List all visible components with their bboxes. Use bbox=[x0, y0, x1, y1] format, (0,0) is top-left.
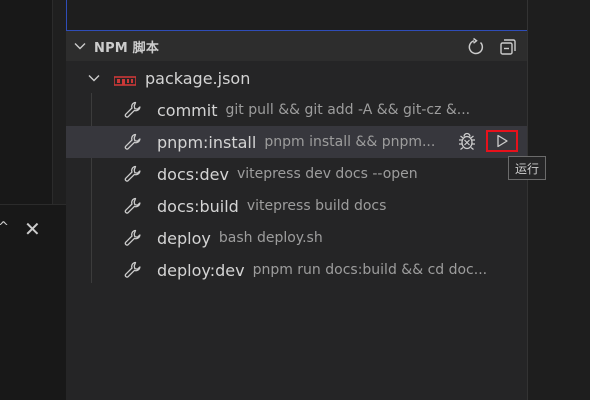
chevron-down-icon[interactable] bbox=[86, 70, 102, 86]
script-name: deploy bbox=[157, 228, 211, 248]
npm-scripts-header[interactable]: NPM 脚本 bbox=[66, 31, 528, 61]
debug-icon[interactable] bbox=[456, 130, 478, 152]
npm-icon bbox=[113, 72, 137, 86]
script-name: docs:dev bbox=[157, 164, 229, 184]
header-actions bbox=[466, 37, 518, 57]
script-command: vitepress dev docs --open bbox=[236, 166, 418, 182]
package-json-item[interactable]: package.json bbox=[66, 62, 528, 94]
refresh-icon[interactable] bbox=[466, 37, 486, 57]
wrench-icon bbox=[124, 101, 142, 119]
package-json-label: package.json bbox=[145, 68, 251, 88]
script-command: bash deploy.sh bbox=[218, 230, 323, 246]
wrench-icon bbox=[124, 261, 142, 279]
script-name: docs:build bbox=[157, 196, 239, 216]
play-icon bbox=[497, 134, 508, 148]
script-name: deploy:dev bbox=[157, 260, 245, 280]
panel-border bbox=[0, 204, 66, 205]
wrench-icon bbox=[124, 165, 142, 183]
script-item-docs-dev[interactable]: docs:dev vitepress dev docs --open bbox=[66, 158, 528, 190]
close-icon[interactable]: ✕ bbox=[24, 218, 41, 240]
editor-scroll-strip bbox=[52, 0, 67, 205]
wrench-icon bbox=[124, 133, 142, 151]
script-item-docs-build[interactable]: docs:build vitepress build docs bbox=[66, 190, 528, 222]
panel-controls: ^ ✕ bbox=[0, 218, 66, 242]
row-actions bbox=[456, 130, 518, 152]
script-item-pnpm-install[interactable]: pnpm:install pnpm install && pnpm... bbox=[66, 126, 528, 158]
script-command: vitepress build docs bbox=[246, 198, 387, 214]
script-name: pnpm:install bbox=[157, 132, 257, 152]
editor-area-right bbox=[527, 0, 590, 400]
script-command: pnpm run docs:build && cd doc... bbox=[252, 262, 488, 278]
script-name: commit bbox=[157, 100, 218, 120]
previous-view-pane bbox=[66, 0, 528, 31]
run-button[interactable] bbox=[486, 130, 518, 152]
run-tooltip: 运行 bbox=[508, 156, 547, 180]
script-item-deploy[interactable]: deploy bash deploy.sh bbox=[66, 222, 528, 254]
wrench-icon bbox=[124, 197, 142, 215]
collapse-all-icon[interactable] bbox=[498, 37, 518, 57]
section-title: NPM 脚本 bbox=[94, 40, 160, 56]
sidebar: NPM 脚本 package.json commit git pull && g… bbox=[66, 0, 528, 400]
script-command: git pull && git add -A && git-cz &... bbox=[225, 102, 471, 118]
script-command: pnpm install && pnpm... bbox=[264, 134, 436, 150]
script-item-commit[interactable]: commit git pull && git add -A && git-cz … bbox=[66, 94, 528, 126]
script-item-deploy-dev[interactable]: deploy:dev pnpm run docs:build && cd doc… bbox=[66, 254, 528, 286]
wrench-icon bbox=[124, 229, 142, 247]
chevron-down-icon[interactable] bbox=[72, 38, 88, 54]
chevron-up-icon[interactable]: ^ bbox=[0, 220, 9, 235]
